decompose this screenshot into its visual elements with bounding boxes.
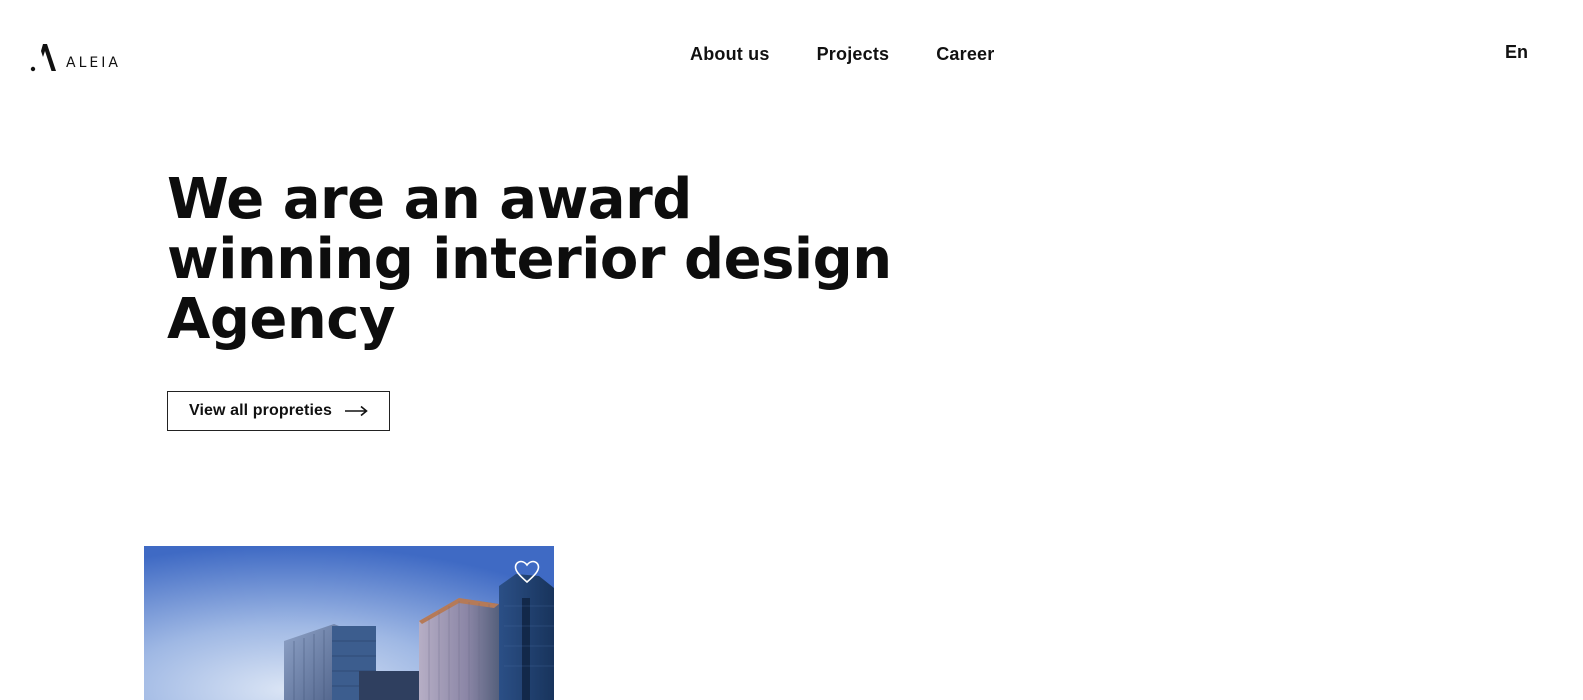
view-all-properties-label: View all propreties — [189, 402, 332, 419]
hero-title-line: Agency — [167, 287, 395, 352]
hero-title-line: We are an award — [167, 167, 692, 232]
hero-title-line: winning interior design — [167, 227, 892, 292]
page: ALEIA About us Projects Career En We are… — [0, 0, 1583, 700]
city-skyscrapers-photo — [144, 546, 554, 700]
nav-item-projects[interactable]: Projects — [817, 44, 890, 65]
logo[interactable]: ALEIA — [30, 38, 121, 72]
nav-item-career[interactable]: Career — [936, 44, 994, 65]
arrow-right-icon — [345, 405, 368, 417]
main-nav: About us Projects Career — [690, 44, 994, 65]
logo-mark-icon — [30, 44, 56, 72]
hero-title: We are an award winning interior design … — [167, 170, 927, 350]
view-all-properties-button[interactable]: View all propreties — [167, 391, 390, 431]
heart-outline-icon — [514, 560, 540, 584]
logo-text: ALEIA — [66, 55, 121, 71]
nav-item-about-us[interactable]: About us — [690, 44, 770, 65]
language-switcher[interactable]: En — [1505, 42, 1528, 63]
favorite-button[interactable] — [514, 560, 540, 584]
property-card[interactable] — [144, 546, 554, 700]
